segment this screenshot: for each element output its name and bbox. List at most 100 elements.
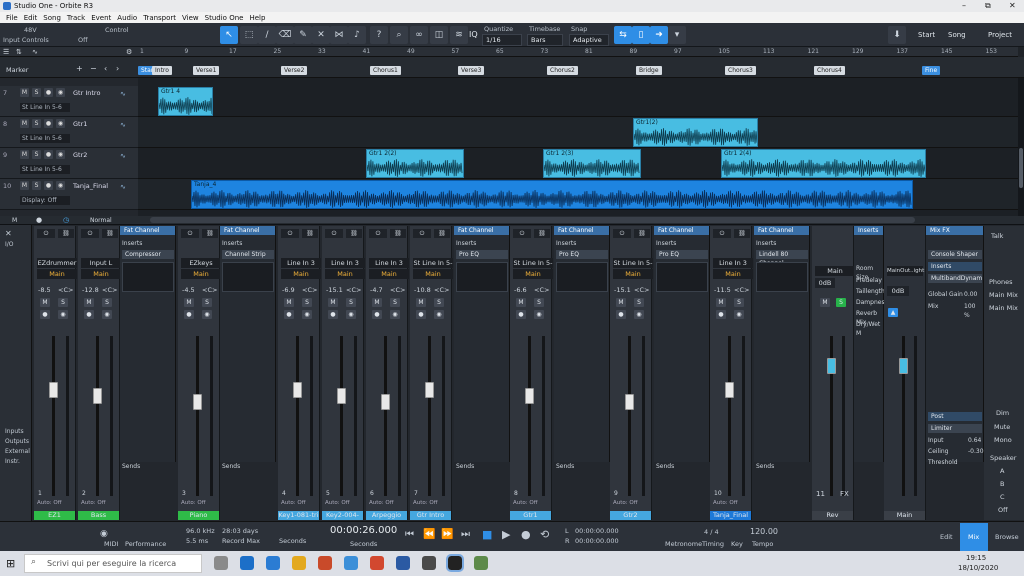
strip-input[interactable]: Line In 3: [281, 258, 321, 268]
menu-track[interactable]: Track: [67, 14, 85, 22]
timebase-select[interactable]: Bars: [527, 34, 563, 46]
strip-volume[interactable]: -8.5: [38, 286, 51, 294]
mute-button[interactable]: M: [20, 181, 29, 190]
monitor-button[interactable]: ◉: [56, 181, 65, 190]
menu-audio[interactable]: Audio: [117, 14, 137, 22]
strip-pan-icon[interactable]: <C>: [734, 286, 749, 294]
strip-volume[interactable]: -6.9: [282, 286, 295, 294]
monitor-button[interactable]: ◉: [56, 88, 65, 97]
strip-pan-icon[interactable]: <C>: [102, 286, 117, 294]
arrow-tool-icon[interactable]: ↖: [220, 26, 238, 44]
strip-input[interactable]: Input L: [81, 258, 121, 268]
groove-icon[interactable]: ≋: [450, 26, 468, 44]
word-icon[interactable]: [396, 556, 410, 570]
next-marker-icon[interactable]: ›: [116, 64, 119, 73]
strip-volume[interactable]: -15.1: [614, 286, 631, 294]
menu-song[interactable]: Song: [43, 14, 61, 22]
strip-automation-mode[interactable]: Auto: Off: [513, 500, 538, 506]
strip-power-button[interactable]: ⏻: [713, 229, 731, 238]
strip-fader-track[interactable]: [728, 336, 731, 496]
mono-button[interactable]: Mono: [994, 436, 1012, 444]
strip-solo-button[interactable]: S: [390, 298, 400, 307]
fat-channel-header[interactable]: Fat Channel: [554, 226, 609, 235]
strip-record-button[interactable]: ●: [40, 310, 50, 319]
audio-clip[interactable]: Gtr1 2(3): [543, 149, 641, 178]
audio-clip[interactable]: Gtr1 2(2): [366, 149, 464, 178]
outputs-button[interactable]: Outputs: [5, 438, 31, 445]
strip-link-icon[interactable]: ⛓: [346, 229, 362, 238]
minimize-icon[interactable]: –: [962, 1, 966, 10]
speaker-c-button[interactable]: C: [1000, 493, 1005, 501]
zoom-icon[interactable]: ⌕: [390, 26, 408, 44]
track-header-9[interactable]: 9 M S ● ◉ Gtr2 St Line In 5-6 ∿: [0, 148, 138, 179]
timeline-ruler[interactable]: 1 9 17 25 33 41 49 57 65 73 81 89 97 105 113 121 129 137 1…: [138, 47, 1018, 57]
audio-clip[interactable]: Gtr1 4: [158, 87, 213, 116]
strip-pan-icon[interactable]: <C>: [302, 286, 317, 294]
strip-fader-cap[interactable]: [337, 388, 346, 404]
strip-power-button[interactable]: ⏻: [613, 229, 631, 238]
strip-record-button[interactable]: ●: [716, 310, 726, 319]
strip-fader-cap[interactable]: [49, 382, 58, 398]
task-view-icon[interactable]: [214, 556, 228, 570]
mute-tool-icon[interactable]: ✕: [312, 26, 330, 44]
project-page-button[interactable]: Project: [988, 31, 1012, 39]
link-icon[interactable]: ∞: [410, 26, 428, 44]
iq-label[interactable]: IQ: [469, 30, 478, 39]
strip-record-button[interactable]: ●: [416, 310, 426, 319]
strip-monitor-button[interactable]: ◉: [302, 310, 312, 319]
time-display[interactable]: 00:00:26.000: [330, 525, 397, 536]
strip-monitor-button[interactable]: ◉: [434, 310, 444, 319]
external-button[interactable]: External: [5, 448, 31, 455]
limiter-plugin[interactable]: Limiter: [928, 424, 982, 433]
automation-icon[interactable]: ∿: [32, 48, 38, 56]
strip-pan-icon[interactable]: <C>: [202, 286, 217, 294]
main-mono-button[interactable]: ▲: [888, 308, 898, 317]
remove-marker-icon[interactable]: −: [90, 64, 97, 73]
audio-clip[interactable]: Gtr1(2): [633, 118, 758, 147]
main-output-select[interactable]: MainOut..ight: [887, 266, 924, 276]
strip-solo-button[interactable]: S: [634, 298, 644, 307]
rev-inserts-header[interactable]: Inserts: [854, 226, 883, 235]
insert-plugin[interactable]: Lindell 80 Channel: [756, 250, 808, 267]
strip-monitor-button[interactable]: ◉: [346, 310, 356, 319]
strip-mute-button[interactable]: M: [40, 298, 50, 307]
strip-automation-mode[interactable]: Auto: Off: [81, 500, 106, 506]
fx-mute-button[interactable]: M: [820, 298, 830, 307]
app-icon-4[interactable]: [318, 556, 332, 570]
track-name[interactable]: Gtr Intro: [73, 89, 100, 97]
menu-studio-one[interactable]: Studio One: [205, 14, 244, 22]
strip-mute-button[interactable]: M: [372, 298, 382, 307]
vertical-scrollbar[interactable]: [1018, 78, 1024, 216]
insert-plugin[interactable]: Pro EQ: [556, 250, 608, 259]
strip-fader-track[interactable]: [52, 336, 55, 496]
limiter-ceiling-value[interactable]: -0.30: [968, 447, 984, 456]
fx-fader-cap[interactable]: [827, 358, 836, 374]
audio-clip[interactable]: Tanja_4: [191, 180, 913, 209]
strip-input[interactable]: Line In 3: [325, 258, 365, 268]
strip-output[interactable]: Main: [713, 269, 753, 279]
menu-view[interactable]: View: [182, 14, 199, 22]
main-mix-button-2[interactable]: Main Mix: [989, 304, 1018, 312]
strip-mute-button[interactable]: M: [716, 298, 726, 307]
strip-fader-track[interactable]: [428, 336, 431, 496]
menu-file[interactable]: File: [6, 14, 18, 22]
strip-record-button[interactable]: ●: [328, 310, 338, 319]
strip-fader-cap[interactable]: [381, 394, 390, 410]
strip-solo-button[interactable]: S: [102, 298, 112, 307]
monitor-button[interactable]: ◉: [56, 119, 65, 128]
track-header-7[interactable]: 7 M S ● ◉ Gtr Intro St Line In 5-6 ∿: [0, 86, 138, 117]
main-fader-cap[interactable]: [899, 358, 908, 374]
maximize-icon[interactable]: ⧉: [985, 1, 991, 11]
inputs-button[interactable]: Inputs: [5, 428, 31, 435]
strip-volume[interactable]: -12.8: [82, 286, 99, 294]
strip-input[interactable]: EZdrummer: [37, 258, 77, 268]
fat-channel-header[interactable]: Fat Channel: [654, 226, 709, 235]
menu-event[interactable]: Event: [91, 14, 111, 22]
rewind-icon[interactable]: ⏪: [423, 529, 435, 540]
strip-fader-cap[interactable]: [93, 388, 102, 404]
strip-output[interactable]: Main: [37, 269, 77, 279]
strip-solo-button[interactable]: S: [58, 298, 68, 307]
menu-help[interactable]: Help: [249, 14, 265, 22]
play-icon[interactable]: ▶: [502, 528, 510, 541]
dim-button[interactable]: Dim: [996, 409, 1009, 417]
